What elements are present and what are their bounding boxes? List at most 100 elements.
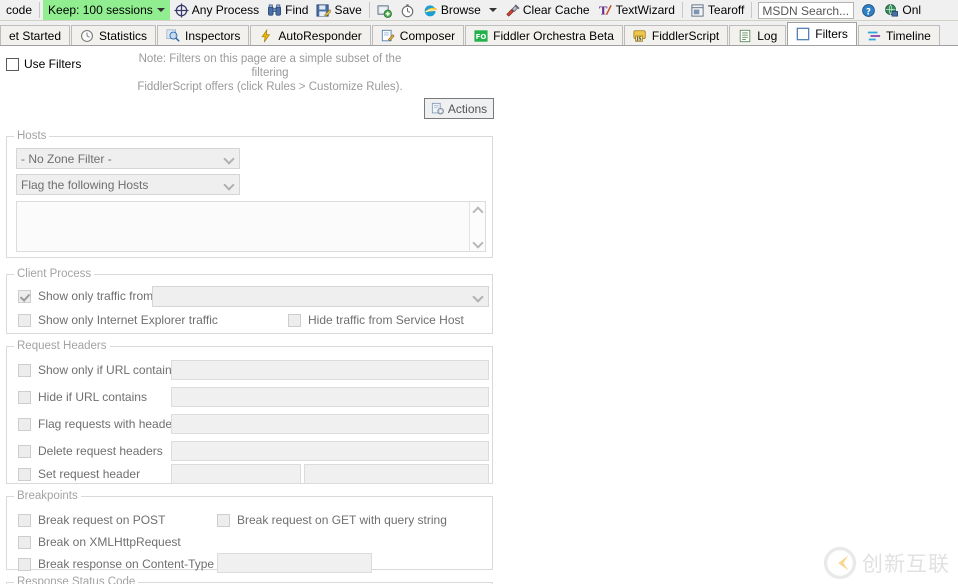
break-on-xhr-checkbox[interactable] <box>18 535 31 549</box>
online-button[interactable]: Onl <box>880 1 925 20</box>
set-request-header-label: Set request header <box>38 467 141 481</box>
tab-inspectors[interactable]: Inspectors <box>157 25 250 45</box>
delete-request-headers-checkbox[interactable] <box>18 444 31 458</box>
tearoff-window-icon <box>691 3 704 17</box>
main-toolbar: code Keep: 100 sessions Any Process Find <box>0 0 958 21</box>
text-wizard-button[interactable]: T TextWizard <box>594 1 679 20</box>
break-response-content-type-label: Break response on Content-Type <box>38 557 215 571</box>
toolbar-separator-4 <box>751 2 753 18</box>
break-on-get-query-checkbox[interactable] <box>217 513 230 527</box>
set-request-header-checkbox[interactable] <box>18 467 31 481</box>
break-on-get-query-row[interactable]: Break request on GET with query string <box>217 513 447 527</box>
delete-request-headers-row[interactable]: Delete request headers <box>18 444 163 458</box>
show-only-url-contains-input[interactable] <box>171 360 489 380</box>
hosts-group: Hosts - No Zone Filter - Flag the follow… <box>6 129 493 258</box>
any-process-label: Any Process <box>191 2 260 17</box>
host-action-combo[interactable]: Flag the following Hosts <box>16 174 240 195</box>
break-response-content-type-row[interactable]: Break response on Content-Type <box>18 557 214 571</box>
online-label: Onl <box>902 2 922 17</box>
tab-timeline[interactable]: Timeline <box>857 25 940 45</box>
svg-text:T: T <box>599 3 608 17</box>
use-filters-checkbox[interactable] <box>6 57 19 71</box>
find-button[interactable]: Find <box>263 1 312 20</box>
actions-gear-icon <box>431 102 444 114</box>
browse-button[interactable]: Browse <box>419 1 485 20</box>
save-button[interactable]: Save <box>312 1 365 20</box>
show-only-traffic-from-row[interactable]: Show only traffic from <box>18 289 153 303</box>
break-response-content-type-checkbox[interactable] <box>18 557 31 571</box>
msdn-search-input[interactable]: MSDN Search... <box>758 1 855 19</box>
flag-requests-with-headers-checkbox[interactable] <box>18 417 31 431</box>
use-filters-row[interactable]: Use Filters <box>6 57 81 71</box>
set-request-header-value-input[interactable] <box>304 464 489 484</box>
svg-text:?: ? <box>866 6 871 16</box>
set-request-header-name-input[interactable] <box>171 464 301 484</box>
timer-button[interactable] <box>396 1 419 20</box>
hosts-list-text[interactable] <box>17 202 469 251</box>
break-on-xhr-row[interactable]: Break on XMLHttpRequest <box>18 535 181 549</box>
filters-page: Use Filters Note: Filters on this page a… <box>0 46 958 584</box>
use-filters-label: Use Filters <box>24 57 82 71</box>
client-process-combo[interactable] <box>152 286 489 307</box>
inspectors-magnifier-icon <box>166 29 180 42</box>
break-on-post-checkbox[interactable] <box>18 513 31 527</box>
filters-note-line1: Note: Filters on this page are a simple … <box>138 53 402 79</box>
keep-sessions-button[interactable]: Keep: 100 sessions <box>43 0 170 20</box>
any-process-button[interactable]: Any Process <box>170 1 263 20</box>
scroll-up-icon[interactable] <box>473 205 482 214</box>
tab-label: AutoResponder <box>278 29 362 43</box>
hide-service-host-row[interactable]: Hide traffic from Service Host <box>288 313 464 327</box>
break-on-post-label: Break request on POST <box>38 513 166 527</box>
show-only-ie-row[interactable]: Show only Internet Explorer traffic <box>18 313 218 327</box>
screenshot-add-icon <box>377 4 392 18</box>
tab-autoresponder[interactable]: AutoResponder <box>250 25 371 45</box>
scroll-down-icon[interactable] <box>473 239 482 248</box>
tab-label: FiddlerScript <box>651 29 720 43</box>
stopwatch-timer-icon <box>401 3 414 17</box>
save-label: Save <box>334 2 362 17</box>
filters-note: Note: Filters on this page are a simple … <box>120 52 420 94</box>
text-wizard-label: TextWizard <box>615 2 675 17</box>
flag-requests-with-headers-row[interactable]: Flag requests with headers <box>18 417 182 431</box>
find-label: Find <box>285 2 309 17</box>
break-response-content-type-input[interactable] <box>217 553 372 573</box>
hide-service-host-checkbox[interactable] <box>288 313 301 327</box>
tab-get-started[interactable]: et Started <box>0 25 71 45</box>
hide-if-url-contains-input[interactable] <box>171 387 489 407</box>
hosts-list-input[interactable] <box>16 201 486 252</box>
tab-fiddler-orchestra[interactable]: FO Fiddler Orchestra Beta <box>465 25 623 45</box>
tearoff-button[interactable]: Tearoff <box>686 1 748 20</box>
text-wizard-icon: T <box>599 3 612 17</box>
main-tabstrip: et Started Statistics Inspectors AutoRes… <box>0 21 958 46</box>
tab-label: Filters <box>815 27 848 41</box>
help-button[interactable]: ? <box>857 1 880 20</box>
request-headers-group-title: Request Headers <box>14 339 110 353</box>
actions-button[interactable]: Actions <box>424 98 494 119</box>
show-only-ie-checkbox[interactable] <box>18 313 31 327</box>
show-only-traffic-from-checkbox[interactable] <box>18 289 31 303</box>
hide-if-url-contains-checkbox[interactable] <box>18 390 31 404</box>
hide-if-url-contains-row[interactable]: Hide if URL contains <box>18 390 147 404</box>
tab-statistics[interactable]: Statistics <box>71 25 157 45</box>
screenshot-button[interactable] <box>373 1 396 20</box>
set-request-header-row[interactable]: Set request header <box>18 467 140 481</box>
clear-cache-label: Clear Cache <box>522 2 590 17</box>
show-only-url-contains-checkbox[interactable] <box>18 363 31 377</box>
show-only-url-contains-row[interactable]: Show only if URL contains <box>18 363 178 377</box>
log-document-icon <box>739 29 751 43</box>
delete-request-headers-input[interactable] <box>171 441 489 461</box>
tab-fiddlerscript[interactable]: JS FiddlerScript <box>623 25 729 45</box>
clear-cache-broom-icon <box>506 3 520 17</box>
tab-composer[interactable]: Composer <box>371 25 465 45</box>
browse-label: Browse <box>440 2 481 17</box>
tab-log[interactable]: Log <box>729 25 787 45</box>
tab-label: Fiddler Orchestra Beta <box>493 29 614 43</box>
browse-dropdown-button[interactable] <box>485 1 501 20</box>
flag-requests-with-headers-input[interactable] <box>171 414 489 434</box>
hosts-list-scrollbar[interactable] <box>469 202 485 251</box>
internet-explorer-icon <box>424 4 437 16</box>
clear-cache-button[interactable]: Clear Cache <box>501 1 594 20</box>
zone-filter-combo[interactable]: - No Zone Filter - <box>16 148 240 169</box>
break-on-post-row[interactable]: Break request on POST <box>18 513 165 527</box>
tab-filters[interactable]: Filters <box>787 22 857 45</box>
